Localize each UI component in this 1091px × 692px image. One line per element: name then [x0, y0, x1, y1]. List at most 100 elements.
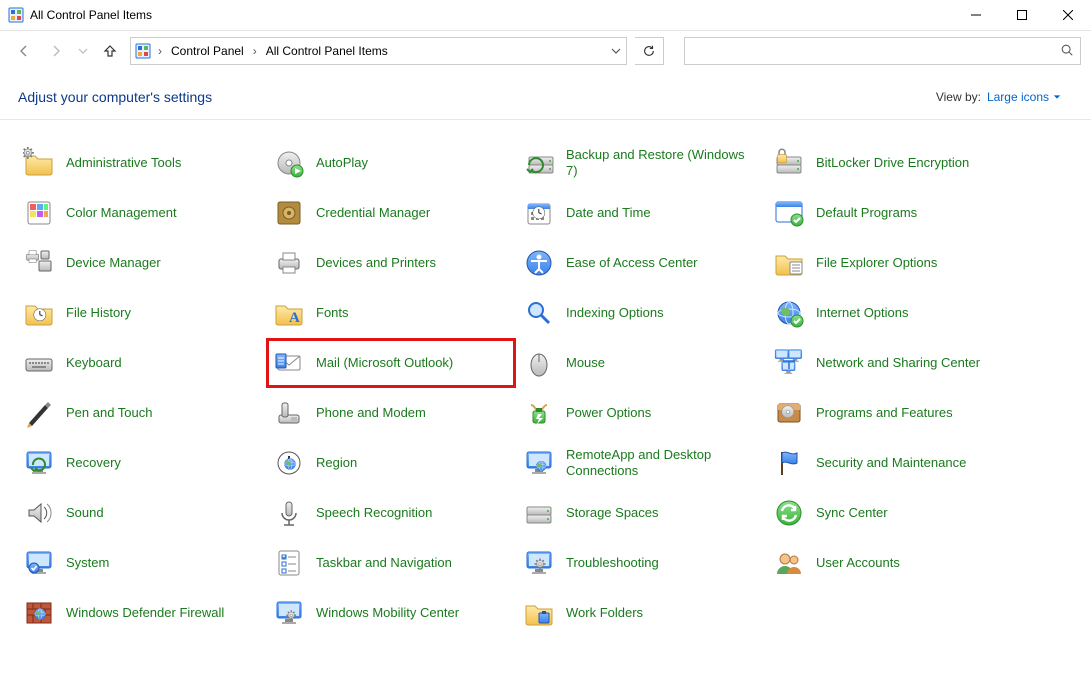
remoteapp-icon	[520, 444, 558, 482]
up-button[interactable]	[98, 39, 122, 63]
cp-item-troubleshooting[interactable]: Troubleshooting	[516, 538, 766, 588]
cp-item-label: Troubleshooting	[558, 555, 659, 571]
cp-item-keyboard[interactable]: Keyboard	[16, 338, 266, 388]
cp-item-device-manager[interactable]: Device Manager	[16, 238, 266, 288]
keyboard-icon	[20, 344, 58, 382]
cp-item-label: Programs and Features	[808, 405, 953, 421]
cp-item-label: Sync Center	[808, 505, 888, 521]
search-box[interactable]	[684, 37, 1081, 65]
system-icon	[20, 544, 58, 582]
cp-item-sync[interactable]: Sync Center	[766, 488, 1016, 538]
cp-item-speech[interactable]: Speech Recognition	[266, 488, 516, 538]
crumb-all-items[interactable]: All Control Panel Items	[260, 39, 394, 63]
cp-item-firewall[interactable]: Windows Defender Firewall	[16, 588, 266, 638]
cp-item-mouse[interactable]: Mouse	[516, 338, 766, 388]
chevron-right-icon[interactable]: ›	[155, 44, 165, 58]
cp-item-label: Fonts	[308, 305, 349, 321]
cp-item-devices-printers[interactable]: Devices and Printers	[266, 238, 516, 288]
cp-item-label: User Accounts	[808, 555, 900, 571]
crumb-control-panel[interactable]: Control Panel	[165, 39, 250, 63]
svg-text:A: A	[289, 310, 300, 326]
cp-item-indexing[interactable]: Indexing Options	[516, 288, 766, 338]
cp-item-label: BitLocker Drive Encryption	[808, 155, 969, 171]
cp-item-credential-manager[interactable]: Credential Manager	[266, 188, 516, 238]
cp-item-mobility[interactable]: Windows Mobility Center	[266, 588, 516, 638]
storage-icon	[520, 494, 558, 532]
cp-item-admin-tools[interactable]: Administrative Tools	[16, 138, 266, 188]
autoplay-icon	[270, 144, 308, 182]
window-controls	[953, 0, 1091, 30]
cp-item-label: Keyboard	[58, 355, 122, 371]
refresh-button[interactable]	[635, 37, 664, 65]
security-maintenance-icon	[770, 444, 808, 482]
cp-item-ease-access[interactable]: Ease of Access Center	[516, 238, 766, 288]
cp-item-network-sharing[interactable]: Network and Sharing Center	[766, 338, 1016, 388]
cp-item-internet-options[interactable]: Internet Options	[766, 288, 1016, 338]
phone-modem-icon	[270, 394, 308, 432]
sync-icon	[770, 494, 808, 532]
cp-item-sound[interactable]: Sound	[16, 488, 266, 538]
cp-item-region[interactable]: Region	[266, 438, 516, 488]
cp-item-fonts[interactable]: A Fonts	[266, 288, 516, 338]
back-button[interactable]	[12, 39, 36, 63]
cp-item-default-programs[interactable]: Default Programs	[766, 188, 1016, 238]
default-programs-icon	[770, 194, 808, 232]
cp-item-date-time[interactable]: Date and Time	[516, 188, 766, 238]
maximize-button[interactable]	[999, 0, 1045, 30]
cp-item-storage[interactable]: Storage Spaces	[516, 488, 766, 538]
cp-item-label: File History	[58, 305, 131, 321]
cp-item-remoteapp[interactable]: RemoteApp and Desktop Connections	[516, 438, 766, 488]
cp-item-label: System	[58, 555, 109, 571]
cp-item-autoplay[interactable]: AutoPlay	[266, 138, 516, 188]
address-bar[interactable]: › Control Panel › All Control Panel Item…	[130, 37, 627, 65]
recent-locations[interactable]	[76, 39, 90, 63]
cp-item-user-accounts[interactable]: User Accounts	[766, 538, 1016, 588]
cp-item-color-management[interactable]: Color Management	[16, 188, 266, 238]
user-accounts-icon	[770, 544, 808, 582]
cp-item-mail[interactable]: Mail (Microsoft Outlook)	[266, 338, 516, 388]
items-grid: Administrative Tools AutoPlay Backup and R…	[0, 120, 1091, 638]
cp-item-power[interactable]: Power Options	[516, 388, 766, 438]
cp-item-phone-modem[interactable]: Phone and Modem	[266, 388, 516, 438]
power-icon	[520, 394, 558, 432]
cp-item-bitlocker[interactable]: BitLocker Drive Encryption	[766, 138, 1016, 188]
cp-item-label: Administrative Tools	[58, 155, 181, 171]
cp-item-label: Default Programs	[808, 205, 917, 221]
chevron-right-icon[interactable]: ›	[250, 44, 260, 58]
cp-item-security-maintenance[interactable]: Security and Maintenance	[766, 438, 1016, 488]
cp-item-label: Devices and Printers	[308, 255, 436, 271]
control-panel-icon	[8, 7, 24, 23]
cp-item-label: Security and Maintenance	[808, 455, 966, 471]
cp-item-work-folders[interactable]: Work Folders	[516, 588, 766, 638]
view-by-label: View by:	[936, 90, 981, 104]
title-bar: All Control Panel Items	[0, 0, 1091, 31]
forward-button[interactable]	[44, 39, 68, 63]
cp-item-label: AutoPlay	[308, 155, 368, 171]
cp-item-label: Network and Sharing Center	[808, 355, 980, 371]
speech-icon	[270, 494, 308, 532]
device-manager-icon	[20, 244, 58, 282]
cp-item-label: Indexing Options	[558, 305, 664, 321]
cp-item-programs-features[interactable]: Programs and Features	[766, 388, 1016, 438]
sound-icon	[20, 494, 58, 532]
address-dropdown[interactable]	[606, 39, 626, 63]
search-input[interactable]	[693, 43, 1060, 59]
cp-item-file-history[interactable]: File History	[16, 288, 266, 338]
cp-item-file-explorer-options[interactable]: File Explorer Options	[766, 238, 1016, 288]
credential-manager-icon	[270, 194, 308, 232]
view-by-dropdown[interactable]: Large icons	[987, 90, 1061, 104]
cp-item-backup-restore[interactable]: Backup and Restore (Windows 7)	[516, 138, 766, 188]
cp-item-label: Sound	[58, 505, 104, 521]
cp-item-label: Color Management	[58, 205, 177, 221]
indexing-icon	[520, 294, 558, 332]
cp-item-system[interactable]: System	[16, 538, 266, 588]
cp-item-recovery[interactable]: Recovery	[16, 438, 266, 488]
cp-item-pen-touch[interactable]: Pen and Touch	[16, 388, 266, 438]
close-button[interactable]	[1045, 0, 1091, 30]
cp-item-taskbar[interactable]: Taskbar and Navigation	[266, 538, 516, 588]
search-icon[interactable]	[1060, 43, 1074, 60]
admin-tools-icon	[20, 144, 58, 182]
view-by: View by: Large icons	[936, 90, 1061, 104]
minimize-button[interactable]	[953, 0, 999, 30]
cp-item-label: Windows Defender Firewall	[58, 605, 224, 621]
